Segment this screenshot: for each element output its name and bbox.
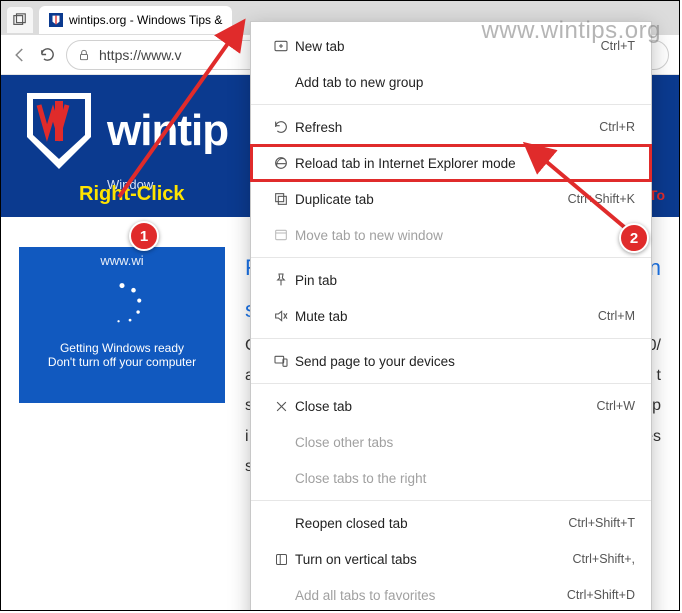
thumb-line1: Getting Windows ready bbox=[60, 341, 184, 355]
lbl: Reopen closed tab bbox=[295, 516, 568, 531]
lbl: Close other tabs bbox=[295, 435, 635, 450]
menu-vertical-tabs[interactable]: Turn on vertical tabs Ctrl+Shift+, bbox=[251, 541, 651, 577]
new-tab-icon bbox=[273, 38, 289, 54]
sc: Ctrl+W bbox=[596, 399, 635, 413]
sc: Ctrl+Shift+D bbox=[567, 588, 635, 602]
vertical-tabs-icon bbox=[274, 552, 289, 567]
lbl: Close tab bbox=[295, 399, 596, 414]
refresh-icon bbox=[273, 119, 289, 135]
lbl: Add all tabs to favorites bbox=[295, 588, 567, 603]
devices-icon bbox=[273, 353, 289, 369]
separator bbox=[251, 338, 651, 339]
annotation-badge-2: 2 bbox=[619, 223, 649, 253]
annotation-arrow-1 bbox=[89, 17, 259, 207]
menu-send-devices[interactable]: Send page to your devices bbox=[251, 343, 651, 379]
close-icon bbox=[274, 399, 289, 414]
ie-icon bbox=[273, 155, 289, 171]
tab-actions-button[interactable] bbox=[7, 7, 33, 33]
lbl: Send page to your devices bbox=[295, 354, 635, 369]
separator bbox=[251, 383, 651, 384]
pin-icon bbox=[273, 272, 289, 288]
menu-mute[interactable]: Mute tab Ctrl+M bbox=[251, 298, 651, 334]
window-icon bbox=[273, 227, 289, 243]
separator bbox=[251, 500, 651, 501]
sc: Ctrl+Shift+, bbox=[572, 552, 635, 566]
menu-pin[interactable]: Pin tab bbox=[251, 262, 651, 298]
lbl: Close tabs to the right bbox=[295, 471, 635, 486]
duplicate-icon bbox=[273, 191, 289, 207]
menu-close-other: Close other tabs bbox=[251, 424, 651, 460]
lbl: Add tab to new group bbox=[295, 75, 635, 90]
annotation-badge-1: 1 bbox=[129, 221, 159, 251]
lbl: Pin tab bbox=[295, 273, 635, 288]
refresh-icon bbox=[39, 46, 56, 63]
sc: Ctrl+R bbox=[599, 120, 635, 134]
back-button[interactable] bbox=[11, 46, 29, 64]
arrow-left-icon bbox=[11, 46, 29, 64]
refresh-button[interactable] bbox=[39, 46, 56, 63]
tab-actions-icon bbox=[13, 13, 27, 27]
sc: Ctrl+M bbox=[598, 309, 635, 323]
wintips-logo-icon bbox=[19, 87, 99, 175]
loading-spinner-icon bbox=[99, 281, 145, 327]
article-thumbnail[interactable]: www.wi Getting Windows ready Don't turn … bbox=[19, 247, 225, 403]
sc: Ctrl+Shift+T bbox=[568, 516, 635, 530]
thumb-line2: Don't turn off your computer bbox=[48, 355, 196, 369]
lbl: Mute tab bbox=[295, 309, 598, 324]
separator bbox=[251, 104, 651, 105]
thumb-watermark: www.wi bbox=[100, 253, 143, 268]
b4a: i bbox=[245, 428, 249, 445]
menu-reopen[interactable]: Reopen closed tab Ctrl+Shift+T bbox=[251, 505, 651, 541]
watermark-text: www.wintips.org bbox=[481, 17, 661, 45]
menu-close[interactable]: Close tab Ctrl+W bbox=[251, 388, 651, 424]
lbl: Turn on vertical tabs bbox=[295, 552, 572, 567]
mute-icon bbox=[273, 308, 289, 324]
menu-add-group[interactable]: Add tab to new group bbox=[251, 64, 651, 100]
separator bbox=[251, 257, 651, 258]
tab-context-menu: New tab Ctrl+T Add tab to new group Refr… bbox=[250, 21, 652, 611]
menu-close-right: Close tabs to the right bbox=[251, 460, 651, 496]
lbl: Refresh bbox=[295, 120, 599, 135]
site-favicon-icon bbox=[49, 13, 63, 27]
menu-add-favorites: Add all tabs to favorites Ctrl+Shift+D bbox=[251, 577, 651, 611]
